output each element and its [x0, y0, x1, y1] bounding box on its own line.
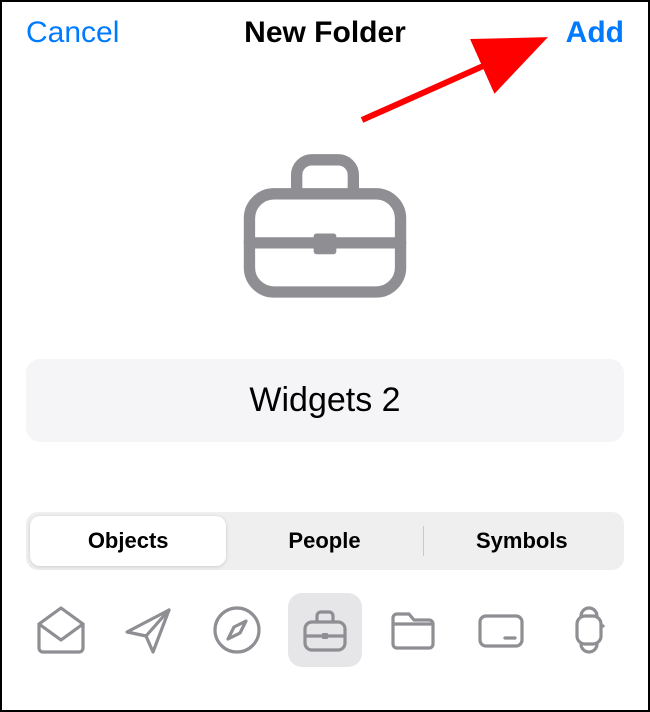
tab-objects[interactable]: Objects: [30, 516, 226, 566]
folder-icon: [385, 602, 441, 658]
header-bar: Cancel New Folder Add: [2, 2, 648, 64]
icon-option-envelope[interactable]: [24, 593, 98, 667]
folder-icon-preview: [2, 139, 648, 309]
tab-people[interactable]: People: [226, 516, 422, 566]
watch-icon: [561, 602, 617, 658]
compass-icon: [209, 602, 265, 658]
icon-option-briefcase[interactable]: [288, 593, 362, 667]
icon-option-folder[interactable]: [376, 593, 450, 667]
tab-symbols[interactable]: Symbols: [424, 516, 620, 566]
paperplane-icon: [121, 602, 177, 658]
add-button[interactable]: Add: [566, 16, 624, 50]
icon-option-creditcard[interactable]: [464, 593, 538, 667]
page-title: New Folder: [244, 16, 406, 50]
briefcase-icon: [230, 139, 420, 309]
creditcard-icon: [473, 602, 529, 658]
folder-name-input[interactable]: [26, 359, 624, 442]
icon-picker-row: [2, 590, 648, 670]
folder-name-field-wrap: [26, 359, 624, 442]
envelope-icon: [33, 602, 89, 658]
briefcase-icon: [297, 602, 353, 658]
icon-option-watch[interactable]: [552, 593, 626, 667]
icon-option-paperplane[interactable]: [112, 593, 186, 667]
icon-option-compass[interactable]: [200, 593, 274, 667]
category-segmented-control[interactable]: Objects People Symbols: [26, 512, 624, 570]
cancel-button[interactable]: Cancel: [26, 16, 119, 50]
